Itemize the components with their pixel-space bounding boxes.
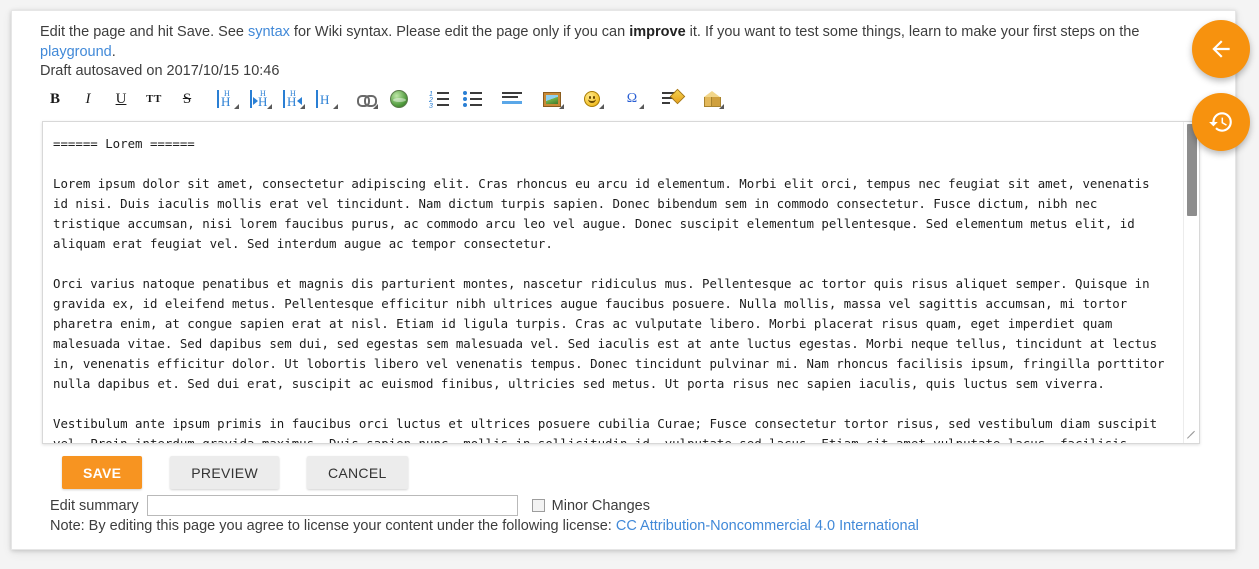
horizontal-rule-glyph — [502, 92, 522, 106]
dropdown-corner-icon — [234, 104, 239, 109]
lower-headline-big-label: H — [258, 94, 268, 109]
draft-autosaved-text: Draft autosaved on 2017/10/15 10:46 — [40, 63, 280, 79]
save-button[interactable]: SAVE — [62, 456, 143, 489]
higher-headline-icon[interactable]: H H — [280, 88, 306, 110]
signature-glyph — [662, 88, 686, 107]
action-buttons: SAVE PREVIEW CANCEL — [62, 456, 408, 489]
textarea-resize-handle[interactable] — [1184, 428, 1198, 442]
dropdown-corner-icon — [373, 104, 378, 109]
dropdown-corner-icon — [267, 104, 272, 109]
bold-icon-label: B — [49, 90, 60, 107]
select-headline-label: H — [320, 92, 330, 107]
monospace-icon-label: TT — [146, 92, 162, 105]
textarea-scrollbar-thumb[interactable] — [1187, 124, 1197, 216]
smiley-glyph — [584, 91, 600, 107]
dropdown-corner-icon — [300, 104, 305, 109]
syntax-link[interactable]: syntax — [248, 24, 290, 40]
italic-icon[interactable]: I — [75, 88, 101, 110]
minor-changes-checkbox[interactable] — [531, 499, 545, 512]
history-fab[interactable] — [1192, 93, 1250, 151]
dropdown-corner-icon — [719, 104, 724, 109]
omega-icon: Ω — [626, 91, 638, 106]
globe-icon — [390, 90, 408, 108]
horizontal-rule-icon[interactable] — [499, 88, 525, 110]
license-note: Note: By editing this page you agree to … — [50, 518, 919, 534]
dropdown-corner-icon — [639, 104, 644, 109]
unordered-list-glyph — [462, 91, 482, 107]
dropdown-corner-icon — [333, 104, 338, 109]
license-link[interactable]: CC Attribution-Noncommercial 4.0 Interna… — [616, 518, 919, 534]
history-icon — [1209, 112, 1232, 132]
dropdown-corner-icon — [599, 104, 604, 109]
arrow-left-icon — [1212, 40, 1230, 58]
wiki-editor-textarea-wrapper: ====== Lorem ====== Lorem ipsum dolor si… — [42, 121, 1200, 444]
underline-icon[interactable]: U — [108, 88, 134, 110]
editor-toolbar: B I U TT S H H H H H H H 1 2 3 Ω — [42, 86, 1187, 112]
select-headline-icon[interactable]: H — [313, 88, 339, 110]
media-glyph — [703, 91, 721, 107]
same-level-headline-icon[interactable]: H H — [214, 88, 240, 110]
internal-link-icon[interactable] — [353, 88, 379, 110]
intro-text-part1: Edit the page and hit Save. See — [40, 24, 248, 40]
minor-changes-label: Minor Changes — [551, 497, 650, 514]
lower-headline-icon[interactable]: H H — [247, 88, 273, 110]
textarea-scrollbar[interactable] — [1183, 122, 1199, 443]
internal-link-glyph — [357, 94, 377, 107]
intro-text: Edit the page and hit Save. See syntax f… — [40, 22, 1190, 62]
bold-icon[interactable]: B — [42, 88, 68, 110]
intro-text-part2: for Wiki syntax. Please edit the page on… — [289, 24, 630, 40]
signature-icon[interactable] — [659, 88, 686, 110]
license-note-text: Note: By editing this page you agree to … — [50, 518, 616, 534]
cancel-button[interactable]: CANCEL — [306, 456, 408, 489]
monospace-icon[interactable]: TT — [141, 88, 167, 110]
ordered-list-icon[interactable]: 1 2 3 — [426, 88, 452, 110]
media-icon[interactable] — [699, 88, 725, 110]
back-fab[interactable] — [1192, 20, 1250, 78]
external-link-icon[interactable] — [386, 88, 412, 110]
preview-button[interactable]: PREVIEW — [170, 456, 279, 489]
special-chars-icon[interactable]: Ω — [619, 88, 645, 110]
page-root: Edit the page and hit Save. See syntax f… — [0, 0, 1259, 569]
higher-headline-big-label: H — [287, 94, 297, 109]
smiley-icon[interactable] — [579, 88, 605, 110]
wiki-editor-textarea[interactable]: ====== Lorem ====== Lorem ipsum dolor si… — [43, 122, 1177, 443]
intro-text-emphasis: improve — [629, 24, 686, 40]
ordered-list-glyph: 1 2 3 — [429, 91, 449, 110]
image-icon[interactable] — [539, 88, 565, 110]
edit-summary-input[interactable] — [146, 495, 518, 516]
dropdown-corner-icon — [559, 104, 564, 109]
edit-summary-row: Edit summary Minor Changes — [50, 495, 650, 516]
strikethrough-icon-label: S — [182, 90, 192, 107]
playground-link[interactable]: playground — [40, 44, 112, 60]
edit-summary-label: Edit summary — [50, 497, 139, 514]
strikethrough-icon[interactable]: S — [174, 88, 200, 110]
intro-text-part4: . — [111, 44, 116, 60]
underline-icon-label: U — [115, 90, 127, 107]
unordered-list-icon[interactable] — [459, 88, 485, 110]
italic-icon-label: I — [85, 90, 91, 107]
same-level-headline-big-label: H — [221, 94, 231, 109]
edit-page-card: Edit the page and hit Save. See syntax f… — [11, 10, 1236, 550]
intro-text-part3: it. If you want to test some things, lea… — [685, 24, 1140, 40]
